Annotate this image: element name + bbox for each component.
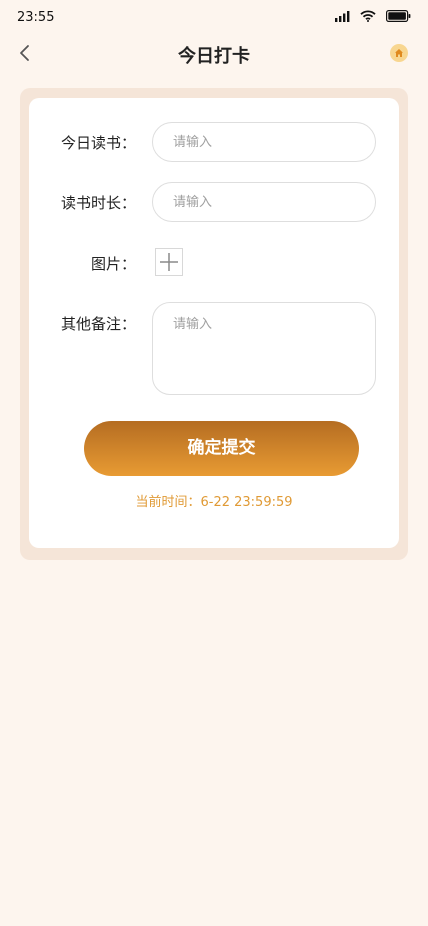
plus-icon [160, 253, 178, 271]
duration-input[interactable] [153, 183, 375, 221]
reading-field [152, 122, 376, 162]
nav-bar: 今日打卡 [0, 36, 428, 72]
image-label: 图片： [90, 255, 136, 273]
current-time-value: 6-22 23:59:59 [200, 495, 293, 510]
current-time: 当前时间：6-22 23:59:59 [0, 491, 428, 510]
battery-icon [386, 10, 411, 22]
home-button[interactable] [390, 44, 408, 62]
status-bar: 23:55 [0, 0, 428, 36]
current-time-label: 当前时间： [135, 495, 201, 510]
signal-icon [335, 10, 350, 22]
notes-field [152, 302, 376, 395]
notes-textarea[interactable] [153, 303, 375, 394]
home-icon [395, 49, 403, 57]
duration-field [152, 182, 376, 222]
reading-label: 今日读书： [60, 134, 136, 152]
duration-label: 读书时长： [60, 194, 136, 212]
status-time: 23:55 [17, 10, 55, 25]
notes-label: 其他备注： [60, 315, 136, 333]
submit-button[interactable]: 确定提交 [84, 421, 359, 476]
status-icons [335, 10, 411, 22]
add-image-button[interactable] [155, 248, 183, 276]
reading-input[interactable] [153, 123, 375, 161]
wifi-icon [360, 10, 376, 22]
page-title: 今日打卡 [178, 46, 250, 67]
